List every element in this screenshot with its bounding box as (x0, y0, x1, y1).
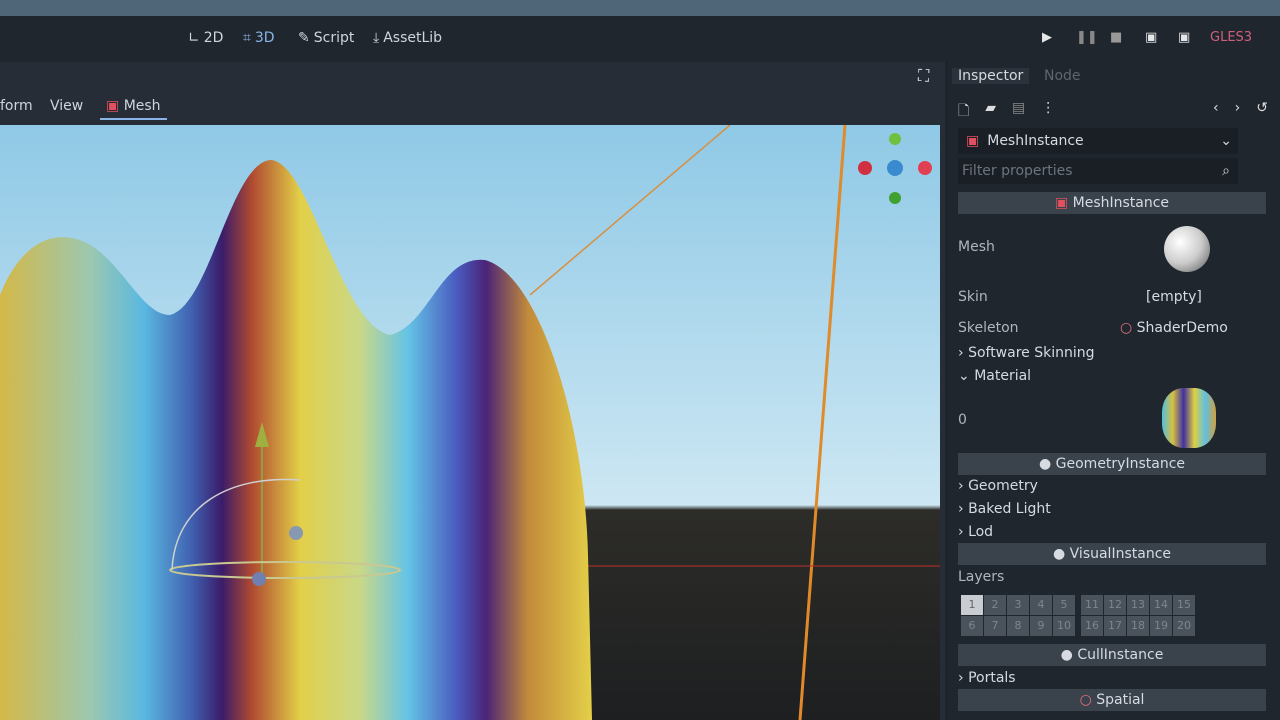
3d-icon: ⌗ (243, 30, 251, 46)
material-index: 0 (958, 412, 967, 428)
mesh-label: Mesh (958, 239, 995, 255)
mode-2d-button[interactable]: ∟ 2D (188, 30, 223, 46)
tab-inspector[interactable]: Inspector (952, 68, 1030, 84)
layer-toggle[interactable]: 16 (1081, 616, 1103, 636)
layer-toggle[interactable]: 8 (1007, 616, 1029, 636)
mode-script-button[interactable]: ✎ Script (298, 30, 354, 46)
layer-toggle[interactable]: 13 (1127, 595, 1149, 615)
transform-menu[interactable]: form (0, 98, 33, 114)
skin-label: Skin (958, 289, 988, 305)
mesh-shape (0, 160, 592, 720)
filter-properties-input[interactable]: Filter properties ⌕ (958, 158, 1238, 184)
search-icon: ⌕ (1222, 163, 1230, 179)
renderer-select[interactable]: GLES3 (1210, 30, 1252, 45)
mode-3d-button[interactable]: ⌗ 3D (243, 30, 275, 46)
geometry-group[interactable]: › Geometry (958, 478, 1268, 494)
layer-toggle[interactable]: 6 (961, 616, 983, 636)
object-history-icon[interactable]: ↺ (1256, 100, 1268, 124)
layer-toggle[interactable]: 12 (1104, 595, 1126, 615)
fullscreen-icon[interactable]: ⛶ (918, 66, 929, 86)
axis-y-icon[interactable] (889, 133, 901, 145)
layer-toggle[interactable]: 4 (1030, 595, 1052, 615)
material-group[interactable]: ⌄ Material (958, 368, 1268, 384)
chevron-down-icon: ⌄ (1220, 133, 1232, 149)
layer-toggle[interactable]: 2 (984, 595, 1006, 615)
main-toolbar: ∟ 2D ⌗ 3D ✎ Script ⤓ AssetLib ▶ ❚❚ ■ ▣ ▣ GLE… (0, 16, 1280, 62)
mode-assetlib-button[interactable]: ⤓ AssetLib (373, 30, 442, 46)
gizmo-handle[interactable] (289, 526, 303, 540)
save-icon[interactable]: ▤ (1012, 100, 1025, 124)
axis-x-neg-icon[interactable] (858, 161, 872, 175)
material-preview[interactable] (1162, 388, 1216, 448)
axis-line (798, 125, 847, 720)
section-spatial: ○ Spatial (958, 689, 1266, 711)
mesh-preview[interactable] (1164, 226, 1210, 272)
layers-grid: 1 2 3 4 5 11 12 13 14 15 6 7 8 9 10 16 17 18 19 20 (961, 595, 1195, 636)
layer-toggle[interactable]: 3 (1007, 595, 1029, 615)
section-cullinstance: ● CullInstance (958, 644, 1266, 666)
axis-y-neg-icon[interactable] (889, 192, 901, 204)
inspector-toolbar: 🗋 ▰ ▤ ⋮ ‹ › ↺ (958, 100, 1268, 124)
layer-toggle[interactable]: 20 (1173, 616, 1195, 636)
stop-icon[interactable]: ■ (1110, 30, 1122, 45)
section-visualinstance: ● VisualInstance (958, 543, 1266, 565)
layer-toggle[interactable]: 1 (961, 595, 983, 615)
history-forward-icon[interactable]: › (1235, 100, 1241, 124)
layer-toggle[interactable]: 14 (1150, 595, 1172, 615)
section-meshinstance: ▣ MeshInstance (958, 192, 1266, 214)
layer-toggle[interactable]: 5 (1053, 595, 1075, 615)
script-icon: ✎ (298, 30, 310, 46)
window-title-bar (0, 0, 1280, 16)
mesh-icon: ▣ (106, 98, 120, 114)
mesh-menu[interactable]: ▣ Mesh (100, 98, 167, 120)
software-skinning-group[interactable]: › Software Skinning (958, 345, 1268, 361)
pause-icon[interactable]: ❚❚ (1076, 30, 1098, 45)
axis-z-icon[interactable] (887, 160, 903, 176)
layer-toggle[interactable]: 11 (1081, 595, 1103, 615)
axis-x-icon[interactable] (918, 161, 932, 175)
play-scene-icon[interactable]: ▣ (1145, 30, 1157, 45)
mesh-instance-icon: ▣ (966, 133, 980, 149)
layer-toggle[interactable]: 18 (1127, 616, 1149, 636)
section-geometryinstance: ● GeometryInstance (958, 453, 1266, 475)
lod-group[interactable]: › Lod (958, 524, 1268, 540)
layer-spacer (1076, 616, 1080, 636)
history-back-icon[interactable]: ‹ (1213, 100, 1219, 124)
baked-light-group[interactable]: › Baked Light (958, 501, 1268, 517)
layers-label: Layers (958, 569, 1005, 585)
play-custom-scene-icon[interactable]: ▣ (1178, 30, 1190, 45)
3d-viewport[interactable] (0, 125, 940, 720)
skeleton-value[interactable]: ○ ShaderDemo (1120, 320, 1228, 336)
layer-toggle[interactable]: 15 (1173, 595, 1195, 615)
assetlib-icon: ⤓ (373, 30, 380, 46)
new-resource-icon[interactable]: 🗋 (958, 100, 969, 124)
inspector-panel: Inspector Node 🗋 ▰ ▤ ⋮ ‹ › ↺ ▣ MeshInstance ⌄ F… (948, 62, 1280, 720)
skin-value[interactable]: [empty] (1146, 289, 1202, 305)
layer-toggle[interactable]: 9 (1030, 616, 1052, 636)
layer-toggle[interactable]: 7 (984, 616, 1006, 636)
bounding-line (529, 125, 731, 296)
layer-toggle[interactable]: 17 (1104, 616, 1126, 636)
viewport-menu-bar: form View ▣ Mesh (0, 92, 940, 124)
scene-render (0, 125, 940, 720)
layer-toggle[interactable]: 19 (1150, 616, 1172, 636)
2d-icon: ∟ (188, 30, 200, 46)
layer-spacer (1076, 595, 1080, 615)
tab-node[interactable]: Node (1044, 68, 1081, 84)
layer-toggle[interactable]: 10 (1053, 616, 1075, 636)
view-menu[interactable]: View (50, 98, 83, 114)
node-selector[interactable]: ▣ MeshInstance ⌄ (958, 128, 1238, 154)
open-folder-icon[interactable]: ▰ (985, 100, 996, 124)
mesh-instance-icon: ▣ (1054, 195, 1069, 211)
more-icon[interactable]: ⋮ (1041, 100, 1055, 124)
play-icon[interactable]: ▶ (1042, 30, 1052, 45)
portals-group[interactable]: › Portals (958, 670, 1268, 686)
gizmo-origin[interactable] (252, 572, 266, 586)
